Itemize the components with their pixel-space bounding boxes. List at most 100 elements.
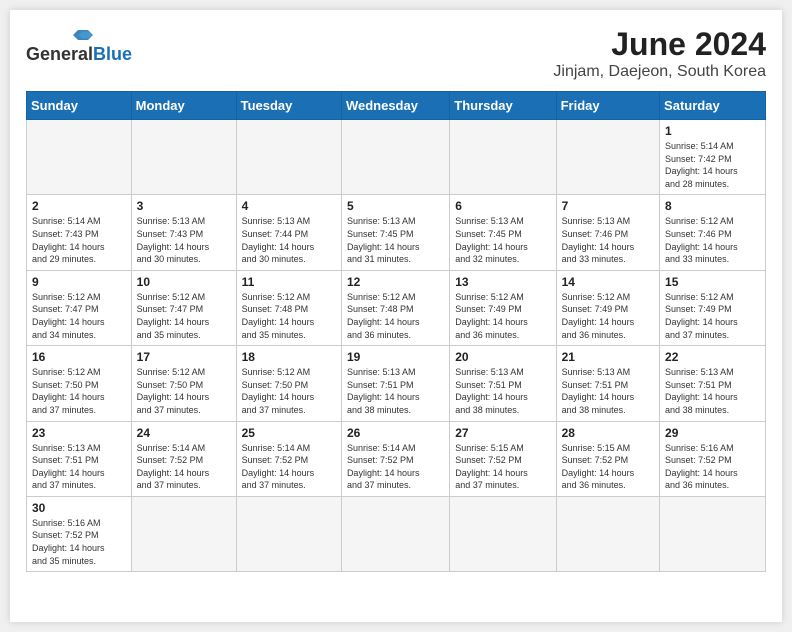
logo-icon [68, 26, 98, 44]
day-cell [660, 496, 766, 571]
logo-general: General [26, 44, 93, 65]
day-info: Sunrise: 5:15 AM Sunset: 7:52 PM Dayligh… [455, 442, 550, 492]
header-section: General Blue June 2024 Jinjam, Daejeon, … [26, 26, 766, 81]
day-cell: 18 Sunrise: 5:12 AM Sunset: 7:50 PM Dayli… [236, 346, 341, 421]
day-info: Sunrise: 5:13 AM Sunset: 7:51 PM Dayligh… [32, 442, 126, 492]
day-number: 28 [562, 426, 654, 440]
day-cell [236, 120, 341, 195]
day-cell: 30Sunrise: 5:16 AM Sunset: 7:52 PM Dayli… [27, 496, 132, 571]
day-number: 25 [242, 426, 336, 440]
day-cell [236, 496, 341, 571]
day-number: 1 [665, 124, 760, 138]
day-number: 17 [137, 350, 231, 364]
day-number: 14 [562, 275, 654, 289]
day-cell: 23Sunrise: 5:13 AM Sunset: 7:51 PM Dayli… [27, 421, 132, 496]
calendar-container: General Blue June 2024 Jinjam, Daejeon, … [10, 10, 782, 622]
day-cell: 12Sunrise: 5:12 AM Sunset: 7:48 PM Dayli… [341, 270, 449, 345]
day-cell: 14 Sunrise: 5:12 AM Sunset: 7:49 PM Dayli… [556, 270, 659, 345]
day-cell: 16 Sunrise: 5:12 AM Sunset: 7:50 PM Dayli… [27, 346, 132, 421]
day-info: Sunrise: 5:14 AM Sunset: 7:43 PM Dayligh… [32, 215, 126, 265]
day-info: Sunrise: 5:13 AM Sunset: 7:51 PM Dayligh… [562, 366, 654, 416]
day-info: Sunrise: 5:14 AM Sunset: 7:52 PM Dayligh… [137, 442, 231, 492]
day-cell: 2 Sunrise: 5:14 AM Sunset: 7:43 PM Daylig… [27, 195, 132, 270]
day-info: Sunrise: 5:13 AM Sunset: 7:45 PM Dayligh… [455, 215, 550, 265]
day-number: 2 [32, 199, 126, 213]
day-cell: 5Sunrise: 5:13 AM Sunset: 7:45 PM Daylig… [341, 195, 449, 270]
day-info: Sunrise: 5:12 AM Sunset: 7:50 PM Dayligh… [242, 366, 336, 416]
day-info: Sunrise: 5:12 AM Sunset: 7:49 PM Dayligh… [665, 291, 760, 341]
title-area: June 2024 Jinjam, Daejeon, South Korea [553, 26, 766, 81]
day-info: Sunrise: 5:16 AM Sunset: 7:52 PM Dayligh… [665, 442, 760, 492]
day-number: 22 [665, 350, 760, 364]
day-number: 15 [665, 275, 760, 289]
day-info: Sunrise: 5:12 AM Sunset: 7:50 PM Dayligh… [32, 366, 126, 416]
day-cell: 25 Sunrise: 5:14 AM Sunset: 7:52 PM Dayli… [236, 421, 341, 496]
day-cell: 1 Sunrise: 5:14 AM Sunset: 7:42 PM Daylig… [660, 120, 766, 195]
day-number: 18 [242, 350, 336, 364]
day-cell: 11Sunrise: 5:12 AM Sunset: 7:48 PM Dayli… [236, 270, 341, 345]
day-cell: 15 Sunrise: 5:12 AM Sunset: 7:49 PM Dayli… [660, 270, 766, 345]
day-number: 21 [562, 350, 654, 364]
day-info: Sunrise: 5:13 AM Sunset: 7:46 PM Dayligh… [562, 215, 654, 265]
location: Jinjam, Daejeon, South Korea [553, 63, 766, 81]
day-cell: 6 Sunrise: 5:13 AM Sunset: 7:45 PM Daylig… [450, 195, 556, 270]
calendar-grid: SundayMondayTuesdayWednesdayThursdayFrid… [26, 91, 766, 572]
day-cell: 28 Sunrise: 5:15 AM Sunset: 7:52 PM Dayli… [556, 421, 659, 496]
day-info: Sunrise: 5:12 AM Sunset: 7:48 PM Dayligh… [347, 291, 444, 341]
day-number: 24 [137, 426, 231, 440]
week-row-3: 16 Sunrise: 5:12 AM Sunset: 7:50 PM Dayli… [27, 346, 766, 421]
day-cell: 24 Sunrise: 5:14 AM Sunset: 7:52 PM Dayli… [131, 421, 236, 496]
weekday-header-tuesday: Tuesday [236, 92, 341, 120]
day-info: Sunrise: 5:13 AM Sunset: 7:45 PM Dayligh… [347, 215, 444, 265]
calendar-body: 1 Sunrise: 5:14 AM Sunset: 7:42 PM Daylig… [27, 120, 766, 572]
day-info: Sunrise: 5:12 AM Sunset: 7:49 PM Dayligh… [562, 291, 654, 341]
day-number: 16 [32, 350, 126, 364]
day-cell [450, 120, 556, 195]
day-number: 10 [137, 275, 231, 289]
day-number: 27 [455, 426, 550, 440]
day-cell: 21 Sunrise: 5:13 AM Sunset: 7:51 PM Dayli… [556, 346, 659, 421]
day-info: Sunrise: 5:14 AM Sunset: 7:52 PM Dayligh… [242, 442, 336, 492]
day-info: Sunrise: 5:12 AM Sunset: 7:47 PM Dayligh… [137, 291, 231, 341]
day-info: Sunrise: 5:13 AM Sunset: 7:51 PM Dayligh… [347, 366, 444, 416]
day-number: 3 [137, 199, 231, 213]
day-cell: 7 Sunrise: 5:13 AM Sunset: 7:46 PM Daylig… [556, 195, 659, 270]
day-number: 13 [455, 275, 550, 289]
day-info: Sunrise: 5:12 AM Sunset: 7:49 PM Dayligh… [455, 291, 550, 341]
day-number: 11 [242, 275, 336, 289]
day-cell: 22Sunrise: 5:13 AM Sunset: 7:51 PM Dayli… [660, 346, 766, 421]
day-number: 26 [347, 426, 444, 440]
day-number: 20 [455, 350, 550, 364]
day-cell [131, 120, 236, 195]
weekday-header-wednesday: Wednesday [341, 92, 449, 120]
day-info: Sunrise: 5:16 AM Sunset: 7:52 PM Dayligh… [32, 517, 126, 567]
day-cell [131, 496, 236, 571]
logo-blue: Blue [93, 44, 132, 65]
day-number: 7 [562, 199, 654, 213]
week-row-4: 23Sunrise: 5:13 AM Sunset: 7:51 PM Dayli… [27, 421, 766, 496]
weekday-header-row: SundayMondayTuesdayWednesdayThursdayFrid… [27, 92, 766, 120]
day-cell: 4 Sunrise: 5:13 AM Sunset: 7:44 PM Daylig… [236, 195, 341, 270]
weekday-header-sunday: Sunday [27, 92, 132, 120]
day-info: Sunrise: 5:13 AM Sunset: 7:51 PM Dayligh… [455, 366, 550, 416]
weekday-header-saturday: Saturday [660, 92, 766, 120]
month-year: June 2024 [553, 26, 766, 63]
day-cell: 13 Sunrise: 5:12 AM Sunset: 7:49 PM Dayli… [450, 270, 556, 345]
day-cell: 27 Sunrise: 5:15 AM Sunset: 7:52 PM Dayli… [450, 421, 556, 496]
day-info: Sunrise: 5:13 AM Sunset: 7:44 PM Dayligh… [242, 215, 336, 265]
day-cell [556, 496, 659, 571]
day-number: 29 [665, 426, 760, 440]
day-number: 6 [455, 199, 550, 213]
logo-area: General Blue [26, 26, 132, 65]
calendar-header: SundayMondayTuesdayWednesdayThursdayFrid… [27, 92, 766, 120]
day-cell: 29 Sunrise: 5:16 AM Sunset: 7:52 PM Dayli… [660, 421, 766, 496]
day-info: Sunrise: 5:14 AM Sunset: 7:42 PM Dayligh… [665, 140, 760, 190]
weekday-header-monday: Monday [131, 92, 236, 120]
weekday-header-friday: Friday [556, 92, 659, 120]
day-number: 4 [242, 199, 336, 213]
day-info: Sunrise: 5:15 AM Sunset: 7:52 PM Dayligh… [562, 442, 654, 492]
day-info: Sunrise: 5:12 AM Sunset: 7:46 PM Dayligh… [665, 215, 760, 265]
day-cell: 26 Sunrise: 5:14 AM Sunset: 7:52 PM Dayli… [341, 421, 449, 496]
week-row-0: 1 Sunrise: 5:14 AM Sunset: 7:42 PM Daylig… [27, 120, 766, 195]
day-info: Sunrise: 5:14 AM Sunset: 7:52 PM Dayligh… [347, 442, 444, 492]
